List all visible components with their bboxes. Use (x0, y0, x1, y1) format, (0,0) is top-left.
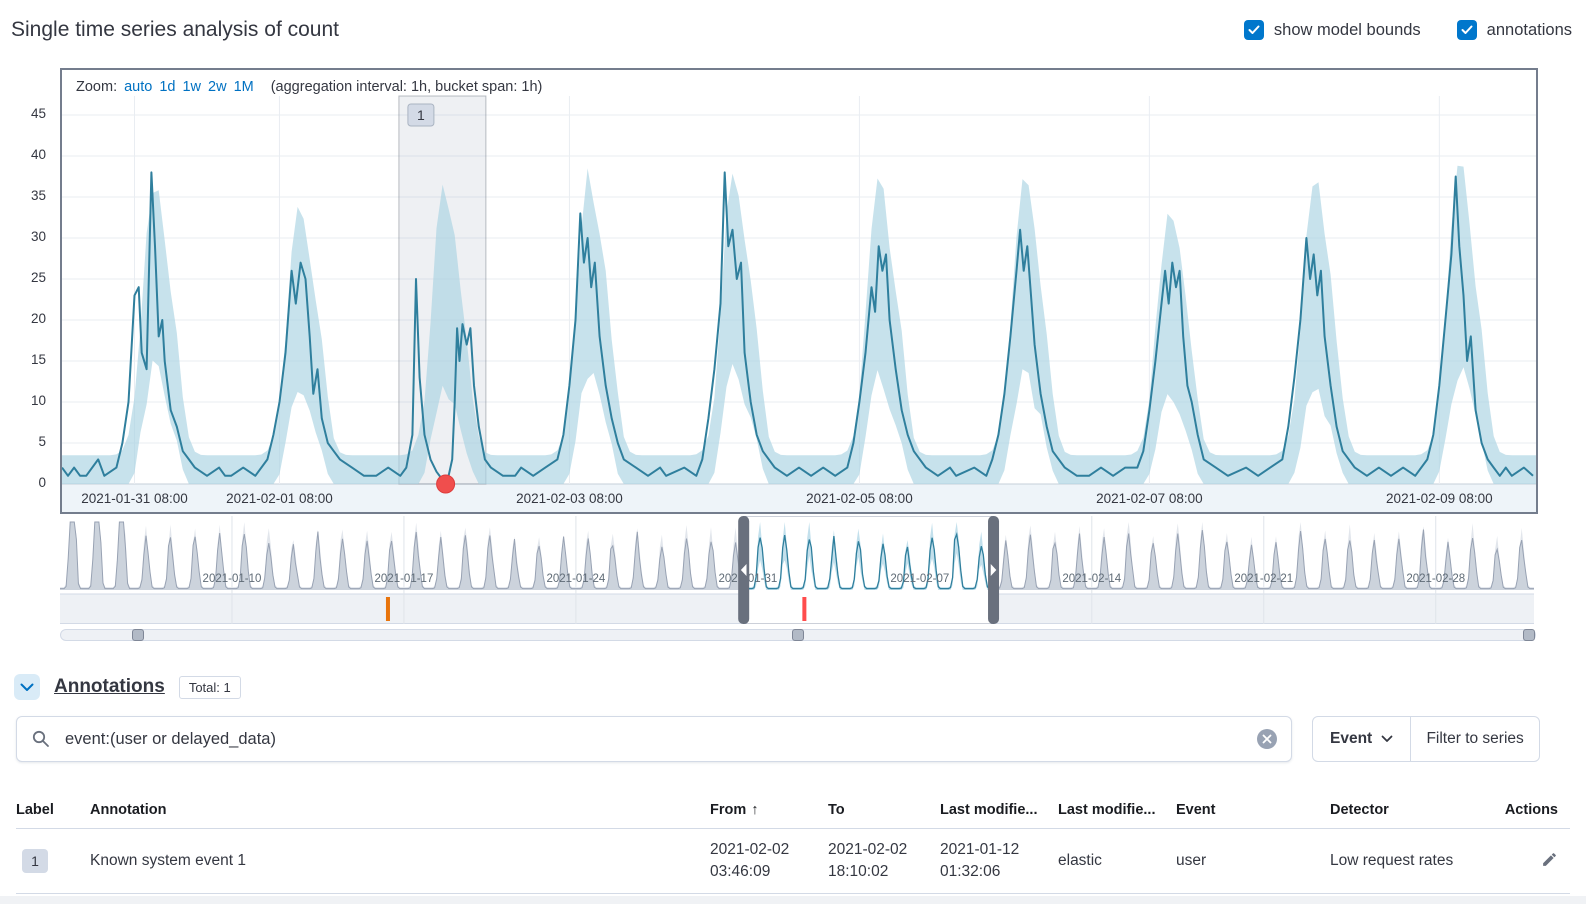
table-row: 1 Known system event 1 2021-02-02 03:46:… (16, 829, 1570, 894)
x-axis-label: 2021-02-05 08:00 (806, 491, 913, 506)
y-axis-label: 30 (8, 229, 46, 244)
y-axis-label: 5 (8, 434, 46, 449)
zoom-option-1d[interactable]: 1d (159, 79, 175, 95)
y-axis-label: 10 (8, 393, 46, 408)
context-date-label: 2021-01-17 (375, 573, 434, 585)
y-axis-label: 45 (8, 106, 46, 121)
annotations-label: annotations (1487, 21, 1572, 40)
context-date-label: 2021-02-28 (1406, 573, 1465, 585)
aggregation-note: (aggregation interval: 1h, bucket span: … (271, 79, 543, 95)
collapse-annotations-button[interactable] (14, 674, 40, 700)
x-axis-label: 2021-02-09 08:00 (1386, 491, 1493, 506)
detector-cell: Low request rates (1330, 852, 1500, 870)
event-filter-label: Event (1330, 730, 1372, 748)
annotations-title[interactable]: Annotations (54, 676, 165, 698)
column-header-to[interactable]: To (828, 802, 940, 818)
close-icon (1262, 732, 1272, 747)
annotations-section-header: Annotations Total: 1 (14, 674, 241, 700)
context-date-label: 2021-02-14 (1062, 573, 1121, 585)
annotation-marker[interactable] (386, 597, 390, 621)
zoom-option-1M[interactable]: 1M (234, 79, 254, 95)
timeline-scrollbar[interactable] (60, 629, 1536, 641)
pencil-icon (1541, 851, 1558, 871)
zoom-option-1w[interactable]: 1w (182, 79, 201, 95)
x-axis-label: 2021-02-01 08:00 (226, 491, 333, 506)
annotations-search (16, 716, 1292, 762)
y-axis-label: 15 (8, 352, 46, 367)
context-chart-svg[interactable]: 2021-01-102021-01-172021-01-242021-01-31… (60, 516, 1534, 624)
context-date-label: 2021-01-10 (203, 573, 262, 585)
chevron-down-icon (1381, 730, 1393, 748)
y-axis-label: 35 (8, 188, 46, 203)
column-header-last-modified-by[interactable]: Last modifie... (1058, 802, 1176, 818)
y-axis-label: 40 (8, 147, 46, 162)
show-model-bounds-label: show model bounds (1274, 21, 1421, 40)
checkbox-checked-icon (1244, 20, 1264, 40)
last-modified-by-cell: elastic (1058, 852, 1176, 870)
search-input[interactable] (63, 729, 1257, 750)
y-axis-label: 0 (8, 475, 46, 490)
page-title: Single time series analysis of count (11, 18, 339, 42)
zoom-option-auto[interactable]: auto (124, 79, 152, 95)
edit-annotation-button[interactable] (1541, 851, 1558, 871)
checkbox-checked-icon (1457, 20, 1477, 40)
event-filter-button[interactable]: Event (1313, 717, 1410, 761)
last-modified-date-cell: 2021-01-12 01:32:06 (940, 839, 1058, 884)
x-axis-label: 2021-02-03 08:00 (516, 491, 623, 506)
filter-button-group: Event Filter to series (1312, 716, 1540, 762)
column-header-detector[interactable]: Detector (1330, 802, 1500, 818)
column-header-annotation[interactable]: Annotation (90, 802, 710, 818)
svg-text:1: 1 (417, 107, 425, 123)
to-cell: 2021-02-02 18:10:02 (828, 839, 940, 884)
table-header-row: Label Annotation From ↑ To Last modifie.… (16, 792, 1570, 829)
chevron-down-icon (20, 680, 34, 695)
annotations-table: Label Annotation From ↑ To Last modifie.… (16, 792, 1570, 894)
scrollbar-handle-center[interactable] (792, 629, 804, 641)
context-chart: 2021-01-102021-01-172021-01-242021-01-31… (60, 516, 1534, 624)
anomaly-marker[interactable] (437, 475, 455, 493)
x-axis-label: 2021-01-31 08:00 (81, 491, 188, 506)
column-header-label: Label (16, 802, 90, 818)
scrollbar-handle-right[interactable] (1523, 629, 1535, 641)
zoom-option-2w[interactable]: 2w (208, 79, 227, 95)
zoom-label: Zoom: (76, 79, 117, 95)
context-date-label: 2021-01-24 (546, 573, 605, 585)
y-axis-label: 25 (8, 270, 46, 285)
y-axis-label: 20 (8, 311, 46, 326)
timeseries-chart-panel: Zoom: auto 1d 1w 2w 1M (aggregation inte… (60, 68, 1538, 514)
annotations-total-badge: Total: 1 (179, 676, 241, 699)
context-date-label: 2021-02-21 (1234, 573, 1293, 585)
annotation-marker[interactable] (802, 597, 806, 621)
zoom-controls: Zoom: auto 1d 1w 2w 1M (aggregation inte… (76, 79, 542, 95)
main-timeseries-chart[interactable]: 1 2021-01-31 08:00 2021-02-01 08:00 2021-02… (62, 70, 1536, 512)
context-date-label: 2021-02-07 (890, 573, 949, 585)
annotation-label-badge: 1 (22, 849, 48, 873)
show-model-bounds-checkbox[interactable]: show model bounds (1244, 20, 1421, 40)
bottom-divider (0, 896, 1586, 904)
annotation-text-cell: Known system event 1 (90, 852, 710, 870)
column-header-from[interactable]: From ↑ (710, 802, 828, 818)
filter-to-series-button[interactable]: Filter to series (1411, 717, 1539, 761)
clear-search-button[interactable] (1257, 729, 1277, 749)
sort-ascending-icon: ↑ (751, 802, 758, 818)
search-icon (31, 729, 51, 749)
from-cell: 2021-02-02 03:46:09 (710, 839, 828, 884)
column-header-actions: Actions (1500, 802, 1570, 818)
column-header-last-modified-date[interactable]: Last modifie... (940, 802, 1058, 818)
column-header-event[interactable]: Event (1176, 802, 1330, 818)
x-axis-label: 2021-02-07 08:00 (1096, 491, 1203, 506)
scrollbar-handle-left[interactable] (132, 629, 144, 641)
model-bounds-band (62, 166, 1536, 484)
annotations-checkbox[interactable]: annotations (1457, 20, 1572, 40)
chart-options: show model bounds annotations (1244, 20, 1572, 40)
event-cell: user (1176, 852, 1330, 870)
